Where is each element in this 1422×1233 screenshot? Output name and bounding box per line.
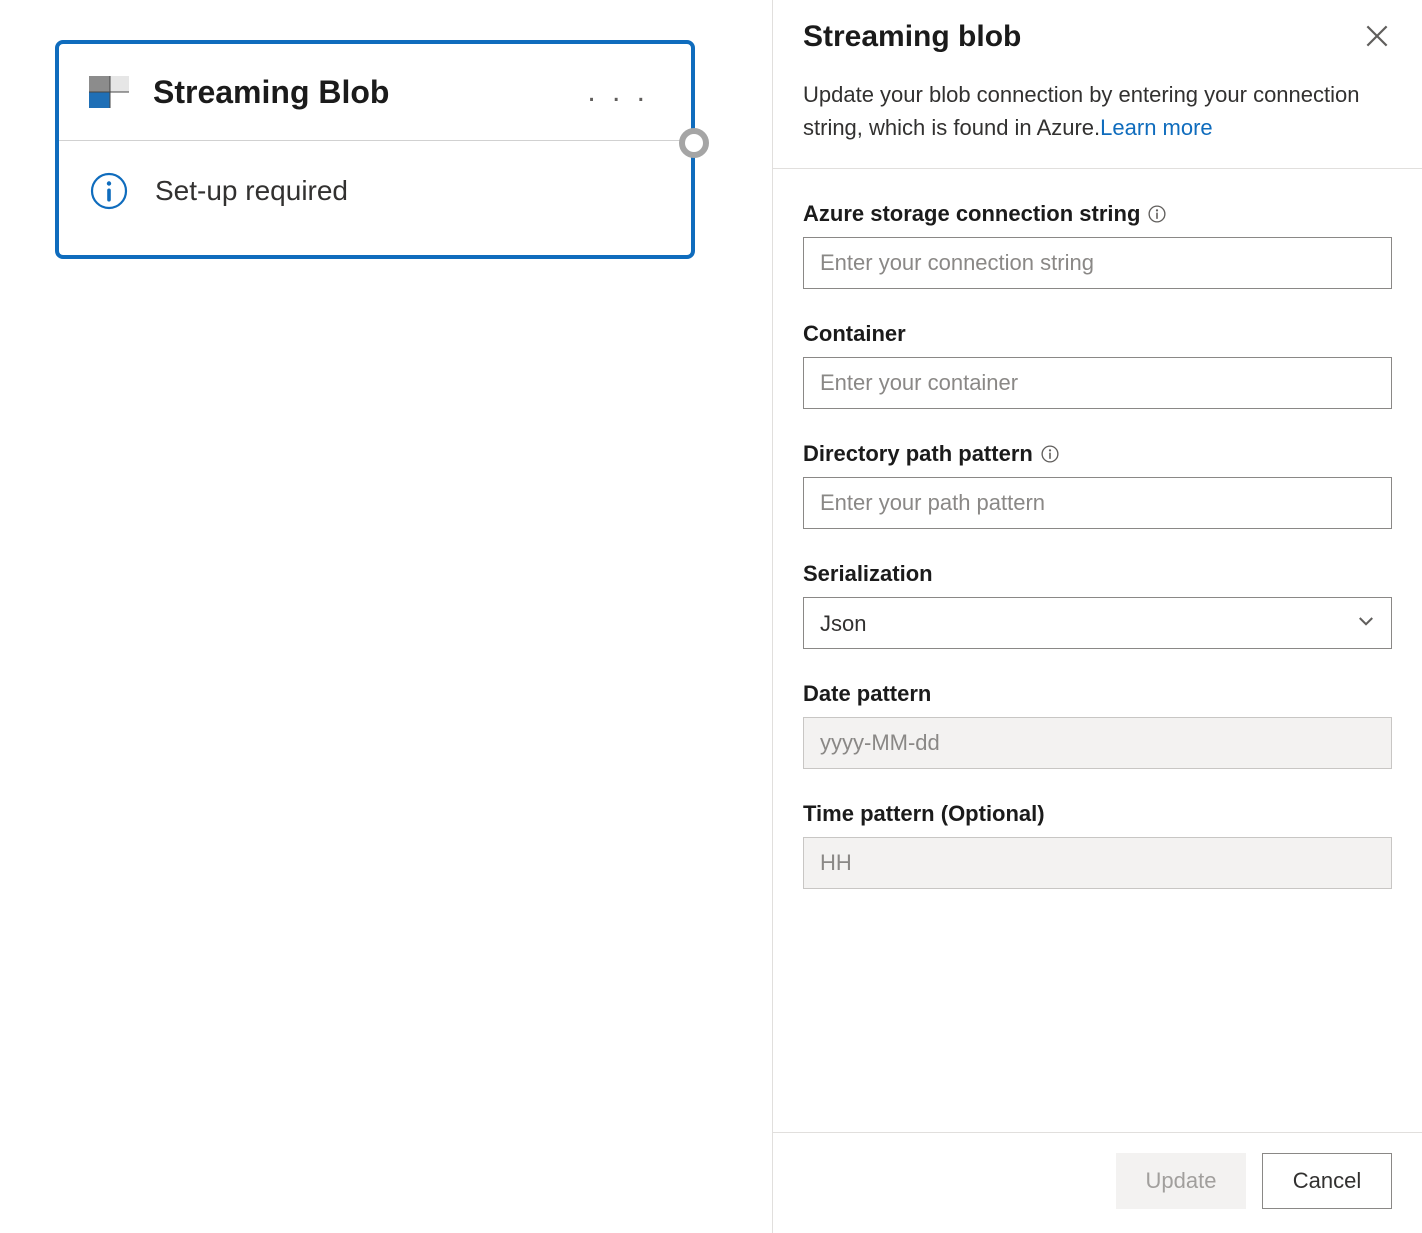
node-output-port[interactable] xyxy=(679,128,709,158)
date-pattern-input xyxy=(803,717,1392,769)
node-more-menu[interactable]: . . . xyxy=(579,75,657,109)
close-icon[interactable] xyxy=(1362,20,1392,56)
streaming-blob-node[interactable]: Streaming Blob . . . Set-up required xyxy=(55,40,695,259)
container-label: Container xyxy=(803,321,1392,347)
connection-string-label: Azure storage connection string xyxy=(803,201,1392,227)
date-pattern-label: Date pattern xyxy=(803,681,1392,707)
serialization-label: Serialization xyxy=(803,561,1392,587)
panel-title: Streaming blob xyxy=(803,20,1021,54)
time-pattern-input xyxy=(803,837,1392,889)
serialization-select[interactable]: Json xyxy=(803,597,1392,649)
connection-string-input[interactable] xyxy=(803,237,1392,289)
learn-more-link[interactable]: Learn more xyxy=(1100,115,1213,140)
info-icon xyxy=(89,171,129,211)
streaming-blob-panel: Streaming blob Update your blob connecti… xyxy=(772,0,1422,1233)
cancel-button[interactable]: Cancel xyxy=(1262,1153,1392,1209)
node-status-text: Set-up required xyxy=(155,175,348,207)
streaming-blob-icon xyxy=(89,72,129,112)
panel-description-text: Update your blob connection by entering … xyxy=(803,82,1359,140)
directory-pattern-input[interactable] xyxy=(803,477,1392,529)
info-icon[interactable] xyxy=(1148,205,1166,223)
node-body: Set-up required xyxy=(59,141,691,255)
node-title: Streaming Blob xyxy=(153,74,579,111)
time-pattern-label: Time pattern (Optional) xyxy=(803,801,1392,827)
directory-pattern-label: Directory path pattern xyxy=(803,441,1392,467)
panel-description: Update your blob connection by entering … xyxy=(803,78,1392,144)
container-input[interactable] xyxy=(803,357,1392,409)
info-icon[interactable] xyxy=(1041,445,1059,463)
panel-divider xyxy=(773,168,1422,169)
pipeline-canvas: Streaming Blob . . . Set-up required xyxy=(0,0,790,1233)
update-button: Update xyxy=(1116,1153,1246,1209)
panel-footer: Update Cancel xyxy=(773,1132,1422,1233)
node-header: Streaming Blob . . . xyxy=(59,44,691,141)
